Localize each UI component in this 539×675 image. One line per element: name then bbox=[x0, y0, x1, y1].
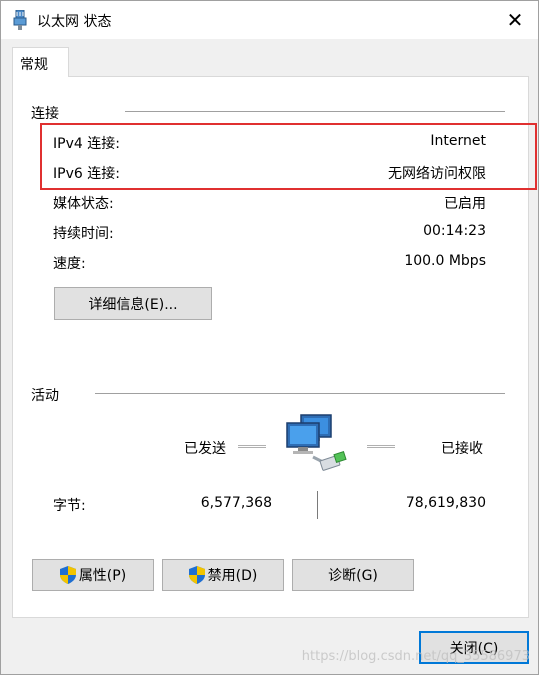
sent-line bbox=[238, 445, 266, 448]
bytes-separator bbox=[317, 491, 318, 519]
title-bar: 以太网 状态 ✕ bbox=[1, 1, 538, 39]
bytes-received-value: 78,619,830 bbox=[405, 495, 486, 511]
activity-group-label: 活动 bbox=[31, 388, 59, 404]
close-icon[interactable]: ✕ bbox=[492, 1, 538, 39]
bytes-label: 字节: bbox=[53, 498, 86, 514]
connection-group-divider bbox=[125, 111, 505, 112]
uac-shield-icon bbox=[59, 566, 76, 584]
disable-button-label: 禁用(D) bbox=[207, 568, 258, 584]
disable-button[interactable]: 禁用(D) bbox=[162, 559, 284, 591]
connection-group-label: 连接 bbox=[31, 106, 59, 122]
speed-label: 速度: bbox=[53, 256, 86, 272]
network-computers-icon bbox=[285, 413, 351, 473]
sent-label: 已发送 bbox=[184, 441, 226, 457]
details-button[interactable]: 详细信息(E)... bbox=[54, 287, 212, 320]
details-button-label: 详细信息(E)... bbox=[88, 296, 178, 313]
received-line bbox=[367, 445, 395, 448]
bytes-sent-value: 6,577,368 bbox=[200, 495, 272, 511]
uac-shield-icon bbox=[188, 566, 205, 584]
diagnose-button[interactable]: 诊断(G) bbox=[292, 559, 414, 591]
watermark-text: https://blog.csdn.net/qq_35586973 bbox=[301, 649, 530, 664]
received-label: 已接收 bbox=[441, 441, 483, 457]
highlight-box bbox=[40, 123, 537, 190]
media-state-label: 媒体状态: bbox=[53, 196, 114, 212]
properties-button[interactable]: 属性(P) bbox=[32, 559, 154, 591]
diagnose-button-label: 诊断(G) bbox=[328, 568, 378, 584]
window-title: 以太网 状态 bbox=[37, 14, 112, 30]
duration-label: 持续时间: bbox=[53, 226, 114, 242]
speed-value: 100.0 Mbps bbox=[404, 253, 486, 269]
media-state-value: 已启用 bbox=[444, 196, 486, 212]
tab-general[interactable]: 常规 bbox=[12, 47, 69, 77]
activity-group-divider bbox=[95, 393, 505, 394]
properties-button-label: 属性(P) bbox=[78, 568, 127, 584]
network-adapter-icon bbox=[13, 9, 27, 30]
duration-value: 00:14:23 bbox=[423, 223, 486, 239]
ethernet-status-dialog: 以太网 状态 ✕ 常规 连接 IPv4 连接: Internet IPv6 连接… bbox=[0, 0, 539, 675]
